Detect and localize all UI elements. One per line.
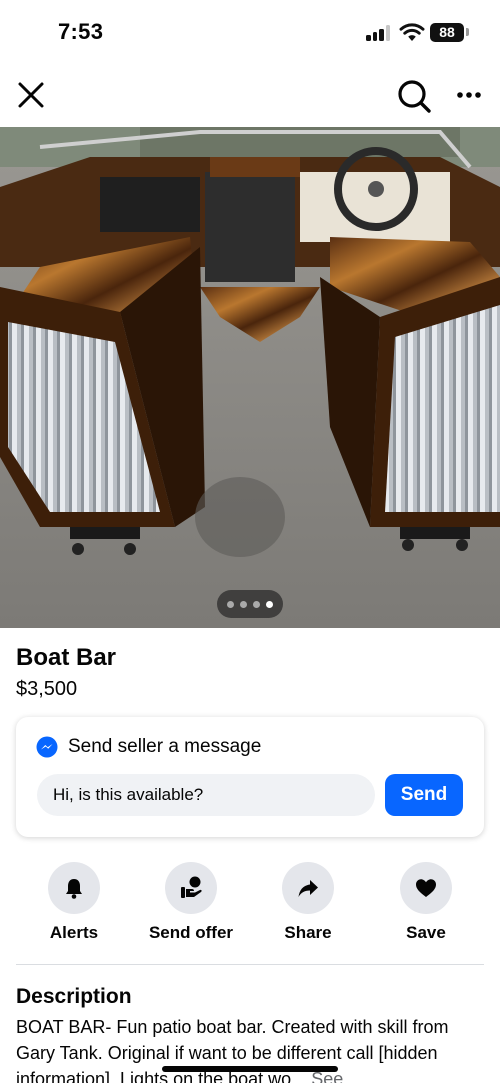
pager-dot [240,600,247,608]
battery-indicator: 88 [430,23,464,42]
send-offer-button[interactable]: Send offer [136,862,246,943]
close-icon[interactable] [14,78,48,112]
battery-tip [466,28,469,36]
alerts-button[interactable]: Alerts [19,862,129,943]
pager-dot-active [266,600,273,608]
share-button[interactable]: Share [253,862,363,943]
bell-icon [66,879,82,899]
home-indicator[interactable] [162,1066,338,1072]
status-bar: 7:53 88 [0,0,500,62]
offer-icon [181,876,202,898]
message-seller-card: Send seller a message Send [16,717,484,837]
send-button[interactable]: Send [385,774,463,816]
share-label: Share [284,923,332,942]
heart-icon [416,879,436,897]
share-chip [282,862,334,914]
wifi-icon [399,23,425,41]
send-offer-label: Send offer [148,923,234,942]
more-icon[interactable] [450,80,488,110]
description-body: BOAT BAR- Fun patio boat bar. Created wi… [16,1017,449,1083]
search-icon[interactable] [394,76,434,116]
status-time: 7:53 [58,19,104,44]
top-nav [0,66,500,122]
message-header-label: Send seller a message [68,736,262,757]
save-chip [400,862,452,914]
save-label: Save [406,923,446,942]
pager-dot [227,600,234,608]
message-header: Send seller a message [36,736,261,758]
alerts-label: Alerts [49,923,99,942]
boat-bar-image [0,127,500,628]
action-row: Alerts Send offer Share Save [0,862,500,946]
description-text: BOAT BAR- Fun patio boat bar. Created wi… [16,1014,486,1083]
messenger-icon [36,736,58,758]
message-input[interactable] [37,774,375,816]
listing-price: $3,500 [16,678,78,700]
alerts-chip [48,862,100,914]
send-offer-chip [165,862,217,914]
listing-photo[interactable] [0,127,500,628]
description-title: Description [16,985,132,1008]
photo-pager[interactable] [217,590,283,618]
cellular-signal-icon [366,25,392,41]
listing-title: Boat Bar [16,644,117,671]
share-icon [298,880,318,897]
save-button[interactable]: Save [371,862,481,943]
pager-dot [253,600,260,608]
section-divider [16,964,484,965]
